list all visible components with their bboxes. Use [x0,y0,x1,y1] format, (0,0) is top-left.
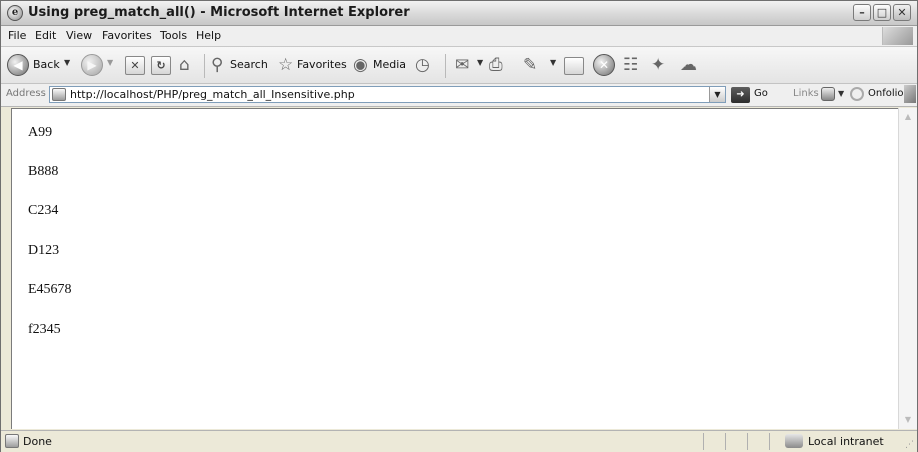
minimize-button[interactable]: – [853,4,871,21]
menu-view[interactable]: View [66,29,92,42]
output-line: C234 [28,203,59,218]
output-line: A99 [28,125,53,140]
messenger-icon[interactable]: ✕ [593,54,615,76]
windows-flag-icon [882,27,913,45]
address-input[interactable]: http://localhost/PHP/preg_match_all_Inse… [49,86,726,103]
toolbar-separator [445,54,446,78]
media-icon[interactable]: ◉ [353,55,368,75]
output-line: E45678 [28,282,72,297]
menu-tools[interactable]: Tools [160,29,187,42]
vertical-scrollbar[interactable]: ▲ ▼ [898,108,917,429]
menu-help[interactable]: Help [196,29,221,42]
address-label: Address [6,88,46,99]
address-bar: Address http://localhost/PHP/preg_match_… [1,84,917,107]
resize-grip-icon[interactable]: ⋰ [905,440,914,450]
links-dropdown-icon[interactable]: ▼ [838,89,844,98]
title-bar: e Using preg_match_all() - Microsoft Int… [1,1,917,26]
status-pane-divider [703,433,704,450]
discuss-icon[interactable] [564,57,584,75]
forward-icon[interactable]: ▶ [81,54,103,76]
home-icon[interactable]: ⌂ [179,55,190,75]
chat-icon[interactable]: ☁ [680,55,697,75]
edit-dropdown-icon[interactable]: ▼ [550,58,556,67]
toolbar-separator [204,54,205,78]
tools-icon[interactable]: ✦ [651,55,665,75]
history-icon[interactable]: ◷ [415,55,430,75]
local-intranet-icon [785,434,803,448]
throbber-icon [904,85,916,103]
status-pane-divider [747,433,748,450]
refresh-icon[interactable]: ↻ [151,56,171,75]
page-icon [52,88,66,101]
close-button[interactable]: ✕ [893,4,911,21]
address-dropdown-icon[interactable]: ▼ [709,87,725,102]
go-button[interactable]: Go [754,88,768,99]
address-url[interactable]: http://localhost/PHP/preg_match_all_Inse… [70,88,355,101]
favorites-button-label[interactable]: Favorites [297,58,347,71]
menu-file[interactable]: File [8,29,26,42]
ie-icon: e [7,5,23,21]
standard-toolbar: ◀ Back ▼ ▶ ▼ ✕ ↻ ⌂ ⚲ Search ☆ Favorites … [1,47,917,84]
status-text: Done [23,435,52,448]
scroll-up-icon[interactable]: ▲ [900,109,916,125]
browser-window: e Using preg_match_all() - Microsoft Int… [0,0,918,452]
back-icon[interactable]: ◀ [7,54,29,76]
edit-icon[interactable]: ✎ [523,55,537,75]
onfolio-button[interactable]: Onfolio [868,88,904,99]
scroll-down-icon[interactable]: ▼ [900,412,916,428]
status-bar: Done Local intranet ⋰ [1,430,917,452]
page-status-icon [5,434,19,448]
status-pane-divider [769,433,770,450]
mail-icon[interactable]: ✉ [455,55,469,75]
forward-dropdown-icon[interactable]: ▼ [107,58,113,67]
search-icon[interactable]: ⚲ [211,55,223,75]
back-dropdown-icon[interactable]: ▼ [64,58,70,67]
status-pane-divider [725,433,726,450]
back-button-label[interactable]: Back [33,58,60,71]
output-line: B888 [28,164,59,179]
output-line: D123 [28,243,60,258]
print-icon[interactable]: ⎙ [489,55,503,75]
links-icon[interactable] [821,87,835,101]
onfolio-icon[interactable] [850,87,864,101]
media-button-label[interactable]: Media [373,58,406,71]
menu-bar: File Edit View Favorites Tools Help [1,26,917,47]
links-button[interactable]: Links [793,88,819,99]
page-content: A99 B888 C234 D123 E45678 f2345 [11,108,899,429]
menu-favorites[interactable]: Favorites [102,29,152,42]
menu-edit[interactable]: Edit [35,29,56,42]
mail-dropdown-icon[interactable]: ▼ [477,58,483,67]
go-arrow-icon[interactable]: ➜ [731,87,750,103]
maximize-button[interactable]: □ [873,4,891,21]
window-title: Using preg_match_all() - Microsoft Inter… [28,5,410,20]
stop-icon[interactable]: ✕ [125,56,145,75]
favorites-star-icon[interactable]: ☆ [278,55,293,75]
output-line: f2345 [28,322,61,337]
search-button-label[interactable]: Search [230,58,268,71]
security-zone: Local intranet [808,435,884,448]
research-icon[interactable]: ☷ [623,55,638,75]
